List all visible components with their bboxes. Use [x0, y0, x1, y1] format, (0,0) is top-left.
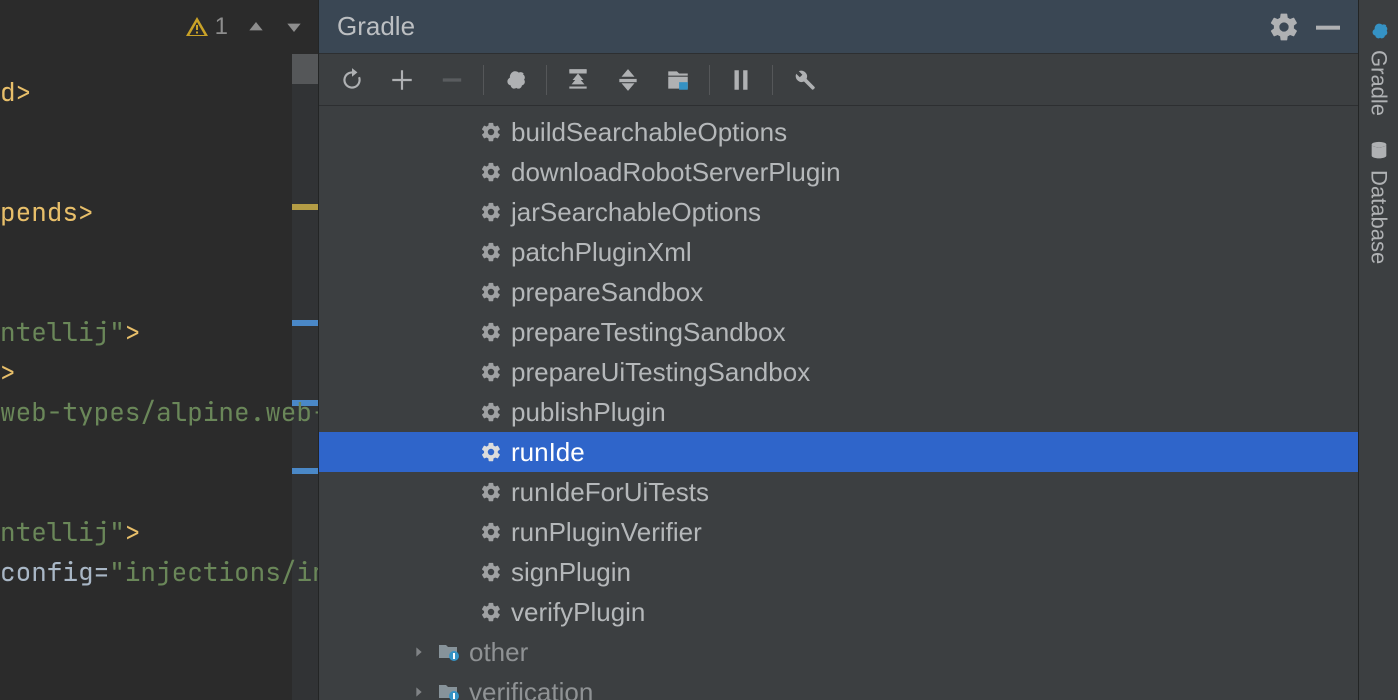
task-label: prepareSandbox	[505, 277, 703, 308]
database-tab[interactable]: Database	[1366, 130, 1392, 278]
gradle-task-patchPluginXml[interactable]: patchPluginXml	[319, 232, 1358, 272]
gradle-task-prepareUiTestingSandbox[interactable]: prepareUiTestingSandbox	[319, 352, 1358, 392]
prev-highlight-icon[interactable]	[246, 17, 266, 37]
task-label: publishPlugin	[505, 397, 666, 428]
gear-icon	[477, 361, 505, 383]
toolbar-separator	[546, 65, 547, 95]
task-label: signPlugin	[505, 557, 631, 588]
gradle-task-runIde[interactable]: runIde	[319, 432, 1358, 472]
hide-tool-window-icon[interactable]	[1312, 11, 1344, 43]
gradle-toolbar	[319, 54, 1358, 106]
editor-inspections-bar: 1	[0, 0, 318, 54]
gradle-elephant-icon	[1366, 20, 1392, 42]
gear-icon	[477, 201, 505, 223]
task-label: buildSearchableOptions	[505, 117, 787, 148]
gradle-task-jarSearchableOptions[interactable]: jarSearchableOptions	[319, 192, 1358, 232]
editor-pane: 1 d> pends> ntellij"> > web-types/alpine…	[0, 0, 318, 700]
folder-icon	[433, 640, 463, 664]
task-label: downloadRobotServerPlugin	[505, 157, 841, 188]
tool-window-settings-icon[interactable]	[1268, 11, 1300, 43]
right-tool-strip: Gradle Database	[1358, 0, 1398, 700]
offline-mode-button[interactable]	[716, 59, 766, 101]
task-label: verifyPlugin	[505, 597, 645, 628]
gradle-elephant-icon[interactable]	[490, 59, 540, 101]
task-label: runIdeForUiTests	[505, 477, 709, 508]
gradle-titlebar: Gradle	[319, 0, 1358, 54]
gear-icon	[477, 321, 505, 343]
gradle-tool-window: Gradle	[318, 0, 1358, 700]
gradle-task-tree[interactable]: buildSearchableOptions downloadRobotServe…	[319, 106, 1358, 700]
toolbar-separator	[709, 65, 710, 95]
gradle-task-prepareTestingSandbox[interactable]: prepareTestingSandbox	[319, 312, 1358, 352]
chevron-right-icon	[405, 644, 433, 660]
remove-button	[427, 59, 477, 101]
gradle-task-verifyPlugin[interactable]: verifyPlugin	[319, 592, 1358, 632]
expand-all-button[interactable]	[553, 59, 603, 101]
gradle-group-verification[interactable]: verification	[319, 672, 1358, 700]
folder-icon	[433, 680, 463, 700]
task-label: jarSearchableOptions	[505, 197, 761, 228]
gear-icon	[477, 161, 505, 183]
toolbar-separator	[483, 65, 484, 95]
gradle-task-runIdeForUiTests[interactable]: runIdeForUiTests	[319, 472, 1358, 512]
gear-icon	[477, 121, 505, 143]
build-settings-button[interactable]	[779, 59, 829, 101]
task-label: runPluginVerifier	[505, 517, 702, 548]
show-projects-button[interactable]	[653, 59, 703, 101]
refresh-button[interactable]	[327, 59, 377, 101]
gear-icon	[477, 241, 505, 263]
chevron-right-icon	[405, 684, 433, 700]
gear-icon	[477, 561, 505, 583]
gradle-task-buildSearchableOptions[interactable]: buildSearchableOptions	[319, 112, 1358, 152]
warning-badge[interactable]: 1	[185, 13, 228, 41]
gradle-task-publishPlugin[interactable]: publishPlugin	[319, 392, 1358, 432]
editor-code[interactable]: d> pends> ntellij"> > web-types/alpine.w…	[0, 72, 318, 592]
task-label: patchPluginXml	[505, 237, 692, 268]
gear-icon	[477, 281, 505, 303]
gradle-title: Gradle	[337, 11, 1256, 42]
gradle-task-runPluginVerifier[interactable]: runPluginVerifier	[319, 512, 1358, 552]
group-label: verification	[463, 677, 593, 700]
gradle-tab[interactable]: Gradle	[1366, 10, 1392, 130]
gradle-task-prepareSandbox[interactable]: prepareSandbox	[319, 272, 1358, 312]
task-label: prepareUiTestingSandbox	[505, 357, 810, 388]
gradle-tab-label: Gradle	[1366, 50, 1392, 116]
gradle-task-signPlugin[interactable]: signPlugin	[319, 552, 1358, 592]
add-button[interactable]	[377, 59, 427, 101]
gear-icon	[477, 441, 505, 463]
gear-icon	[477, 481, 505, 503]
gradle-group-other[interactable]: other	[319, 632, 1358, 672]
gradle-task-downloadRobotServerPlugin[interactable]: downloadRobotServerPlugin	[319, 152, 1358, 192]
next-highlight-icon[interactable]	[284, 17, 304, 37]
database-tab-label: Database	[1366, 170, 1392, 264]
database-icon	[1366, 140, 1392, 162]
collapse-all-button[interactable]	[603, 59, 653, 101]
group-label: other	[463, 637, 528, 668]
gear-icon	[477, 521, 505, 543]
warning-count: 1	[215, 13, 228, 41]
task-label: runIde	[505, 437, 585, 468]
task-label: prepareTestingSandbox	[505, 317, 786, 348]
toolbar-separator	[772, 65, 773, 95]
gear-icon	[477, 401, 505, 423]
gear-icon	[477, 601, 505, 623]
